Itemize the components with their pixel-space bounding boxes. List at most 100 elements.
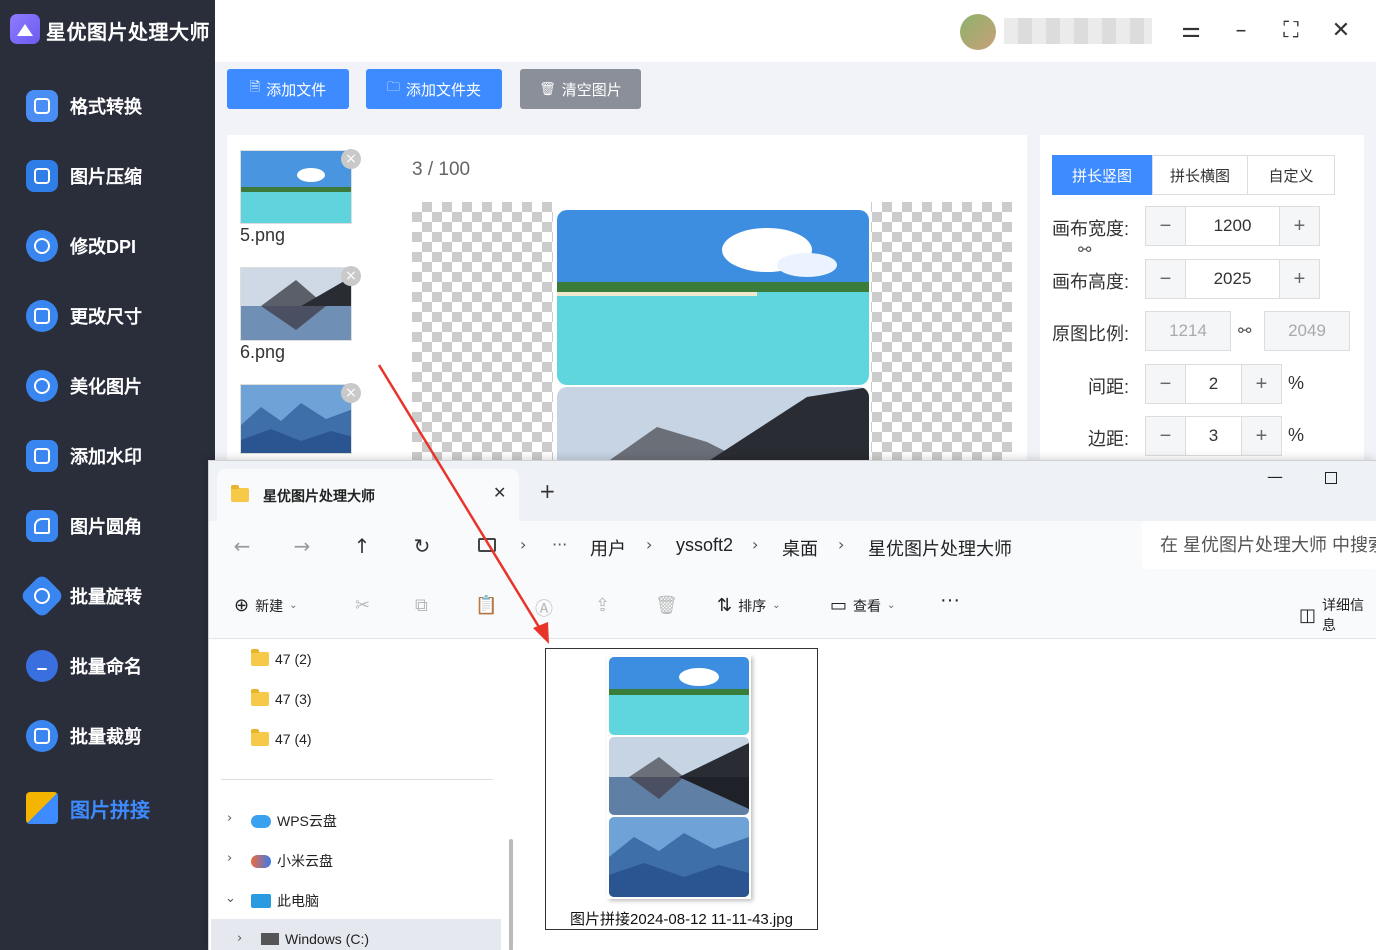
- margin-label: 边距:: [1088, 429, 1130, 449]
- crop-icon: [26, 720, 58, 752]
- maximize-icon[interactable]: [1325, 472, 1337, 484]
- thumbnail-image[interactable]: [240, 384, 352, 454]
- spacing-input[interactable]: 2: [1186, 365, 1241, 403]
- explorer-tab[interactable]: 星优图片处理大师 ✕: [217, 469, 519, 521]
- nav-rename[interactable]: 批量命名: [0, 641, 215, 691]
- chevron-down-icon[interactable]: ⌄: [225, 891, 236, 906]
- refresh-icon[interactable]: ↻: [407, 531, 437, 561]
- add-folder-button[interactable]: 🗀 添加文件夹: [366, 69, 502, 109]
- tab-vertical-stitch[interactable]: 拼长竖图: [1052, 155, 1152, 195]
- beautify-icon: [26, 370, 58, 402]
- spacing-stepper[interactable]: − 2 +: [1145, 364, 1282, 404]
- details-label: 详细信息: [1322, 597, 1365, 633]
- clear-images-button[interactable]: 🗑 清空图片: [520, 69, 641, 109]
- tree-item-wps-cloud[interactable]: WPS云盘: [251, 811, 337, 831]
- increment-button[interactable]: +: [1241, 365, 1281, 403]
- close-icon[interactable]: ✕: [1327, 16, 1355, 44]
- address-box[interactable]: › ··· 用户 › yssoft2 › 桌面 › 星优图片处理大师: [462, 521, 1130, 573]
- minimize-icon[interactable]: –: [1227, 16, 1255, 44]
- nav-beautify[interactable]: 美化图片: [0, 361, 215, 411]
- new-tab-icon[interactable]: +: [539, 479, 556, 503]
- sort-button[interactable]: ⇅ 排序 ⌄: [717, 595, 780, 616]
- thumbnail-image[interactable]: [240, 267, 352, 341]
- avatar[interactable]: [960, 14, 996, 50]
- breadcrumb-desktop[interactable]: 桌面: [782, 535, 818, 561]
- paste-icon[interactable]: 📋: [475, 595, 497, 616]
- canvas-width-input[interactable]: 1200: [1186, 207, 1279, 245]
- file-item[interactable]: 图片拼接2024-08-12 11-11-43.jpg: [545, 648, 818, 930]
- close-tab-icon[interactable]: ✕: [493, 483, 506, 502]
- up-icon[interactable]: ↑: [347, 531, 377, 561]
- nav-label: 批量命名: [70, 657, 142, 677]
- cut-icon[interactable]: ✂: [355, 595, 370, 616]
- margin-stepper[interactable]: − 3 +: [1145, 416, 1282, 456]
- copy-icon[interactable]: ⧉: [415, 595, 428, 616]
- sort-icon: ⇅: [717, 595, 733, 616]
- tab-horizontal-stitch[interactable]: 拼长横图: [1152, 155, 1248, 195]
- chevron-down-icon: ⌄: [772, 600, 781, 611]
- new-button[interactable]: ⊕ 新建 ⌄: [234, 595, 297, 616]
- remove-thumbnail-icon[interactable]: ×: [341, 383, 361, 403]
- chevron-right-icon[interactable]: ›: [237, 931, 242, 946]
- increment-button[interactable]: +: [1241, 417, 1281, 455]
- rounded-corner-icon: [26, 510, 58, 542]
- decrement-button[interactable]: −: [1146, 417, 1186, 455]
- canvas-height-stepper[interactable]: − 2025 +: [1145, 259, 1320, 299]
- settings-sliders-icon[interactable]: ⚌: [1177, 16, 1205, 44]
- nav-dpi[interactable]: 修改DPI: [0, 221, 215, 271]
- nav-watermark[interactable]: 添加水印: [0, 431, 215, 481]
- back-icon[interactable]: ←: [227, 531, 257, 561]
- title-bar: ⚌ – ⛶ ✕: [215, 0, 1376, 62]
- margin-input[interactable]: 3: [1186, 417, 1241, 455]
- add-file-button[interactable]: 🗎 添加文件: [227, 69, 349, 109]
- rename-icon[interactable]: Ⓐ: [535, 595, 553, 621]
- fullscreen-icon[interactable]: ⛶: [1277, 16, 1305, 44]
- decrement-button[interactable]: −: [1146, 365, 1186, 403]
- search-input[interactable]: 在 星优图片处理大师 中搜索: [1142, 521, 1376, 569]
- link-icon[interactable]: ⚯: [1078, 240, 1096, 259]
- breadcrumb-user[interactable]: yssoft2: [676, 535, 733, 556]
- tab-custom[interactable]: 自定义: [1247, 155, 1335, 195]
- more-options-icon[interactable]: ···: [940, 589, 960, 612]
- nav-rotate[interactable]: 批量旋转: [0, 571, 215, 621]
- details-button[interactable]: ◫ 详细信息: [1299, 595, 1376, 635]
- canvas-height-input[interactable]: 2025: [1186, 260, 1279, 298]
- remove-thumbnail-icon[interactable]: ×: [341, 149, 361, 169]
- ratio-width-field: 1214: [1145, 311, 1231, 351]
- chevron-right-icon[interactable]: ›: [227, 811, 232, 826]
- tree-item-folder[interactable]: 47 (2): [251, 649, 312, 667]
- nav-rounded-corner[interactable]: 图片圆角: [0, 501, 215, 551]
- nav-crop[interactable]: 批量裁剪: [0, 711, 215, 761]
- sidebar: 星优图片处理大师 格式转换 图片压缩 修改DPI 更改尺寸 美化图片 添加水印 …: [0, 0, 215, 950]
- breadcrumb-folder[interactable]: 星优图片处理大师: [868, 535, 1012, 561]
- view-button[interactable]: ▭ 查看 ⌄: [830, 595, 895, 616]
- more-icon[interactable]: ···: [552, 535, 567, 554]
- increment-button[interactable]: +: [1279, 260, 1319, 298]
- increment-button[interactable]: +: [1279, 207, 1319, 245]
- tree-item-label: Windows (C:): [285, 931, 370, 947]
- share-icon[interactable]: ⇪: [595, 595, 610, 616]
- scrollbar[interactable]: [509, 839, 513, 950]
- breadcrumb-users[interactable]: 用户: [590, 535, 626, 561]
- thumbnail-image[interactable]: [240, 150, 352, 224]
- tree-item-folder[interactable]: 47 (3): [251, 689, 312, 707]
- minimize-icon[interactable]: —: [1267, 467, 1283, 486]
- nav-stitch[interactable]: 图片拼接: [0, 783, 215, 833]
- percent-unit: %: [1288, 373, 1305, 393]
- decrement-button[interactable]: −: [1146, 207, 1186, 245]
- delete-icon[interactable]: 🗑: [655, 595, 678, 616]
- remove-thumbnail-icon[interactable]: ×: [341, 266, 361, 286]
- canvas-width-stepper[interactable]: − 1200 +: [1145, 206, 1320, 246]
- tree-item-drive-c[interactable]: Windows (C:): [261, 931, 369, 947]
- chevron-right-icon[interactable]: ›: [227, 851, 232, 866]
- nav-format-convert[interactable]: 格式转换: [0, 81, 215, 131]
- tree-item-folder[interactable]: 47 (4): [251, 729, 312, 747]
- tree-item-mi-cloud[interactable]: 小米云盘: [251, 851, 333, 871]
- tree-item-this-pc[interactable]: 此电脑: [251, 891, 319, 911]
- tree-item-label: 此电脑: [277, 893, 319, 909]
- nav-resize[interactable]: 更改尺寸: [0, 291, 215, 341]
- nav-label: 修改DPI: [70, 237, 137, 257]
- forward-icon[interactable]: →: [287, 531, 317, 561]
- decrement-button[interactable]: −: [1146, 260, 1186, 298]
- nav-compress[interactable]: 图片压缩: [0, 151, 215, 201]
